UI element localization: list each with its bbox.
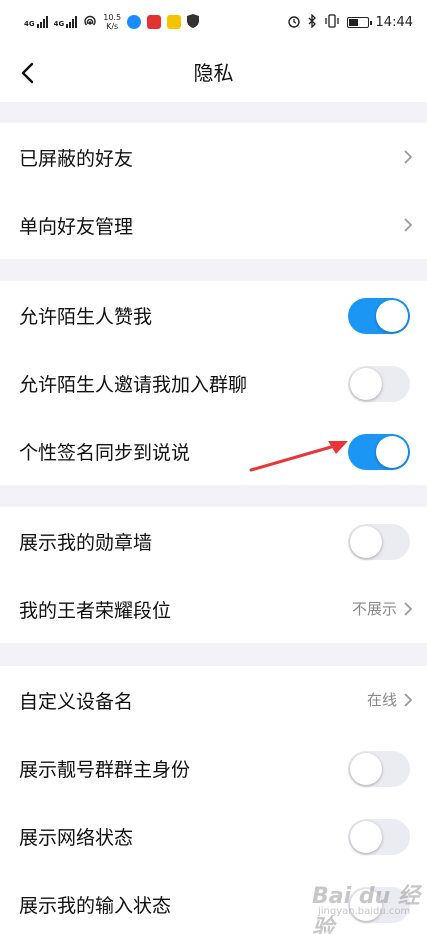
row-label: 展示我的勋章墙	[19, 531, 153, 554]
shield-icon	[187, 13, 200, 31]
app-icon-red	[147, 15, 162, 29]
honor-of-kings-rank-row[interactable]: 我的王者荣耀段位 不展示	[0, 575, 427, 643]
signal-icon: 4G	[24, 16, 48, 28]
row-label: 允许陌生人邀请我加入群聊	[19, 373, 248, 396]
watermark-sub: jingyan.baidu.com	[318, 906, 411, 917]
alarm-icon	[287, 14, 301, 31]
network-status-toggle[interactable]	[348, 819, 410, 855]
settings-group-blocking: 已屏蔽的好友 单向好友管理	[0, 123, 427, 259]
blocked-friends-row[interactable]: 已屏蔽的好友	[0, 123, 427, 191]
stranger-invite-row: 允许陌生人邀请我加入群聊	[0, 349, 427, 417]
vip-group-owner-toggle[interactable]	[348, 751, 410, 787]
toggle-knob	[350, 821, 382, 853]
toggle-knob	[376, 436, 408, 468]
stranger-invite-toggle[interactable]	[348, 366, 410, 402]
speed-value: 10.5	[103, 13, 122, 22]
status-bar: 4G 4G 10.5 K/s 14:44	[0, 0, 427, 44]
status-time: 14:44	[375, 14, 413, 30]
row-value: 在线	[366, 691, 397, 709]
settings-group-display: 展示我的勋章墙 我的王者荣耀段位 不展示	[0, 507, 427, 643]
chevron-right-icon	[404, 150, 413, 164]
baidu-watermark: Bai du 经验 jingyan.baidu.com	[302, 874, 420, 934]
network-type-2: 4G	[53, 20, 65, 28]
signal-icon: 4G	[54, 16, 78, 28]
row-label: 允许陌生人赞我	[19, 305, 153, 328]
vibrate-icon	[324, 13, 340, 31]
vip-group-owner-row: 展示靓号群群主身份	[0, 734, 427, 802]
bluetooth-icon	[308, 12, 317, 31]
status-right: 14:44	[287, 12, 413, 31]
hotspot-icon	[83, 14, 97, 31]
page-title: 隐私	[193, 61, 234, 85]
signature-sync-row: 个性签名同步到说说	[0, 417, 427, 485]
speed-unit: K/s	[106, 22, 119, 31]
app-icon-blue	[127, 15, 142, 29]
row-label: 已屏蔽的好友	[19, 147, 134, 170]
medal-wall-toggle[interactable]	[348, 524, 410, 560]
back-button[interactable]	[10, 56, 44, 90]
signature-sync-toggle[interactable]	[348, 434, 410, 470]
row-label: 展示网络状态	[19, 826, 134, 849]
status-left: 4G 4G 10.5 K/s	[24, 13, 200, 31]
toggle-knob	[350, 526, 382, 558]
chevron-right-icon	[404, 693, 413, 707]
row-label: 自定义设备名	[19, 690, 134, 713]
row-value: 不展示	[351, 600, 397, 618]
chevron-left-icon	[21, 62, 34, 84]
settings-group-strangers: 允许陌生人赞我 允许陌生人邀请我加入群聊 个性签名同步到说说	[0, 281, 427, 485]
row-label: 展示靓号群群主身份	[19, 758, 191, 781]
chevron-right-icon	[404, 602, 413, 616]
toggle-knob	[350, 368, 382, 400]
network-status-row: 展示网络状态	[0, 802, 427, 870]
toggle-knob	[376, 300, 408, 332]
battery-icon	[346, 16, 372, 28]
one-way-friends-row[interactable]: 单向好友管理	[0, 191, 427, 259]
row-label: 展示我的输入状态	[19, 894, 172, 917]
row-label: 我的王者荣耀段位	[19, 599, 172, 622]
network-type-1: 4G	[24, 20, 35, 28]
stranger-like-toggle[interactable]	[348, 298, 410, 334]
chevron-right-icon	[404, 218, 413, 232]
medal-wall-row: 展示我的勋章墙	[0, 507, 427, 575]
network-speed: 10.5 K/s	[103, 13, 121, 31]
row-label: 个性签名同步到说说	[19, 441, 191, 464]
device-name-row[interactable]: 自定义设备名 在线	[0, 666, 427, 734]
stranger-like-row: 允许陌生人赞我	[0, 281, 427, 349]
row-label: 单向好友管理	[19, 215, 134, 238]
app-icon-yellow	[167, 15, 182, 29]
nav-bar: 隐私	[0, 44, 427, 102]
toggle-knob	[350, 753, 382, 785]
